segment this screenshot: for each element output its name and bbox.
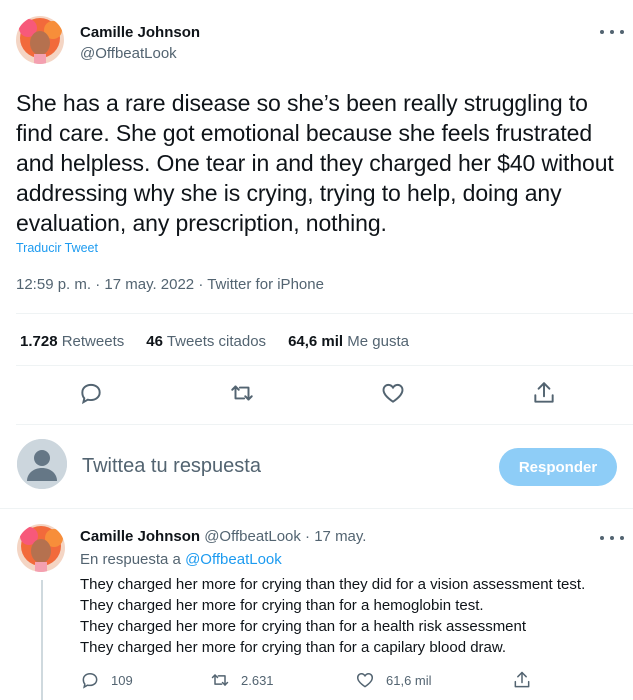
divider: [16, 313, 633, 314]
retweets-count: 1.728: [20, 333, 58, 350]
author-handle[interactable]: @OffbeatLook: [80, 45, 177, 62]
in-reply-to: En respuesta a @OffbeatLook: [80, 551, 282, 568]
reply-more-options-icon[interactable]: [600, 530, 624, 546]
reply-retweet-action[interactable]: 2.631: [210, 670, 274, 690]
tweet-metadata[interactable]: 12:59 p. m. · 17 may. 2022 · Twitter for…: [16, 276, 324, 293]
quotes-count: 46: [146, 333, 163, 350]
reply-actions: 109 2.631 61,6 mil: [80, 670, 550, 694]
user-avatar[interactable]: [17, 439, 67, 489]
tweet-text: She has a rare disease so she’s been rea…: [16, 90, 614, 236]
tweet-stats: 1.728 Retweets 46 Tweets citados 64,6 mi…: [20, 333, 409, 350]
quotes-stat[interactable]: 46 Tweets citados: [146, 333, 266, 350]
reply-input[interactable]: Twittea tu respuesta: [82, 455, 261, 478]
reply-author-handle-date[interactable]: @OffbeatLook · 17 may.: [204, 528, 366, 545]
tweet-actions: [0, 380, 633, 410]
reply-icon[interactable]: [78, 380, 104, 406]
reply-author-name[interactable]: Camille Johnson: [80, 528, 200, 545]
reply-line: They charged her more for crying than fo…: [80, 639, 507, 656]
reply-line: They charged her more for crying than fo…: [80, 597, 484, 614]
reply-author-avatar[interactable]: [17, 524, 65, 572]
like-count: 61,6 mil: [386, 672, 432, 688]
retweets-label: Retweets: [61, 333, 125, 350]
author-name[interactable]: Camille Johnson: [80, 24, 200, 41]
divider: [0, 508, 633, 509]
retweets-stat[interactable]: 1.728 Retweets: [20, 333, 124, 350]
reply-reply-action[interactable]: 109: [80, 670, 133, 690]
reply-share-action[interactable]: [512, 670, 532, 690]
more-options-icon[interactable]: [600, 24, 624, 40]
reply-icon: [82, 672, 98, 689]
like-icon: [356, 672, 374, 688]
divider: [16, 365, 633, 366]
reply-composer: Twittea tu respuesta Responder: [0, 437, 633, 495]
likes-count: 64,6 mil: [288, 333, 344, 350]
reply-button[interactable]: Responder: [499, 448, 617, 486]
retweet-icon: [211, 674, 229, 686]
reply-count: 109: [111, 672, 133, 688]
thread-line: [41, 580, 43, 700]
quotes-label: Tweets citados: [166, 333, 267, 350]
retweet-icon[interactable]: [229, 380, 255, 406]
divider: [16, 424, 633, 425]
retweet-count: 2.631: [241, 672, 274, 688]
reply-author[interactable]: Camille Johnson @OffbeatLook · 17 may.: [80, 528, 366, 545]
likes-label: Me gusta: [347, 333, 409, 350]
translate-link[interactable]: Traducir Tweet: [16, 241, 98, 255]
reply-line: They charged her more for crying than fo…: [80, 618, 527, 635]
reply-like-action[interactable]: 61,6 mil: [355, 670, 432, 690]
in-reply-prefix: En respuesta a: [80, 551, 181, 568]
share-icon: [514, 671, 530, 688]
author-avatar[interactable]: [16, 16, 64, 64]
reply-line: They charged her more for crying than th…: [80, 576, 586, 593]
reply-text: They charged her more for crying than th…: [80, 574, 625, 658]
like-icon[interactable]: [380, 380, 406, 406]
in-reply-handle-link[interactable]: @OffbeatLook: [185, 551, 282, 568]
likes-stat[interactable]: 64,6 mil Me gusta: [288, 333, 409, 350]
share-icon[interactable]: [531, 380, 557, 406]
